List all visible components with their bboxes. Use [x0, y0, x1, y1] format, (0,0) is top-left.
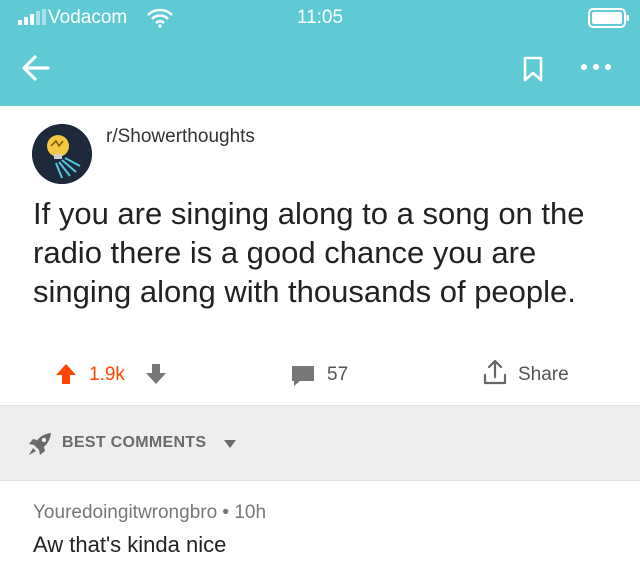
back-button[interactable]	[18, 50, 54, 86]
post-title: If you are singing along to a song on th…	[33, 196, 585, 309]
comments-button[interactable]	[290, 364, 316, 388]
upvote-button[interactable]	[54, 362, 78, 386]
more-options-button[interactable]	[576, 57, 616, 77]
post-actions: 1.9k 57 Share	[0, 356, 640, 392]
sort-label: BEST COMMENTS	[62, 434, 207, 451]
bookmark-button[interactable]	[520, 55, 546, 83]
comment-sort-selector[interactable]: BEST COMMENTS	[0, 405, 640, 481]
status-bar: Vodacom 11:05	[0, 0, 640, 36]
comment-item: Youredoingitwrongbro • 10h Aw that's kin…	[0, 482, 640, 573]
lightbulb-shower-icon	[32, 124, 92, 184]
status-time: 11:05	[296, 7, 344, 28]
share-button[interactable]: Share	[518, 364, 569, 386]
battery-icon	[588, 8, 629, 28]
share-icon[interactable]	[482, 358, 508, 386]
vote-score: 1.9k	[89, 364, 125, 385]
comment-count[interactable]: 57	[327, 364, 348, 386]
chevron-down-icon	[224, 440, 236, 448]
subreddit-name[interactable]: r/Showerthoughts	[106, 126, 255, 148]
post-card: r/Showerthoughts If you are singing alon…	[0, 106, 640, 404]
rocket-icon	[29, 433, 51, 455]
comment-meta[interactable]: Youredoingitwrongbro • 10h	[33, 502, 266, 524]
downvote-button[interactable]	[145, 362, 167, 386]
comment-body: Aw that's kinda nice	[33, 532, 227, 557]
subreddit-avatar[interactable]	[32, 124, 92, 184]
app-header: Vodacom 11:05	[0, 0, 640, 106]
